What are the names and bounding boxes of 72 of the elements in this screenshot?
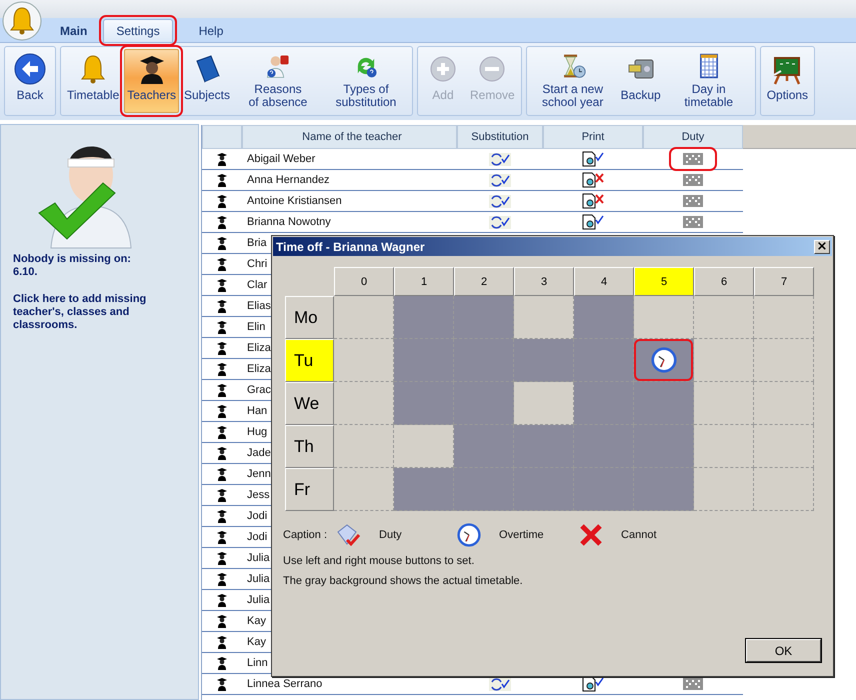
teacher-icon (217, 278, 227, 292)
clock-icon (457, 523, 482, 547)
toolbar-button[interactable]: Teachers (124, 49, 179, 113)
hour-header[interactable]: 0 (334, 267, 394, 296)
day-header[interactable]: Tu (285, 339, 334, 382)
cross-icon (579, 523, 604, 547)
hour-header[interactable]: 2 (454, 267, 514, 296)
teacher-icon (217, 173, 227, 187)
dialog-title: Time off - Brianna Wagner (276, 240, 425, 254)
teacher-icon (217, 320, 227, 334)
teacher-icon (217, 677, 227, 691)
ok-button[interactable]: OK (746, 639, 821, 662)
hour-header[interactable]: 4 (574, 267, 634, 296)
legend-label: Cannot (621, 529, 657, 541)
ribbon-tab[interactable]: Main (58, 20, 90, 42)
bell-logo-icon[interactable] (2, 1, 42, 41)
day-header[interactable]: Th (285, 425, 334, 468)
teacher-icon (217, 551, 227, 565)
teacher-icon (217, 488, 227, 502)
teacher-icon (217, 341, 227, 355)
status-date: 6.10. (13, 266, 38, 279)
teacher-icon (217, 152, 227, 166)
teacher-icon (217, 236, 227, 250)
toolbar-button[interactable]: Reasons of absence (234, 49, 321, 113)
hour-header[interactable]: 7 (754, 267, 814, 296)
teacher-icon (217, 593, 227, 607)
teacher-icon (217, 425, 227, 439)
add-missing-link[interactable]: Click here to add missing teacher's, classes and classrooms. (13, 293, 153, 332)
teacher-icon (217, 404, 227, 418)
day-header[interactable]: Fr (285, 468, 334, 511)
ribbon-tab[interactable]: Help (186, 20, 236, 42)
ribbon-tab[interactable]: Settings (103, 19, 173, 42)
teacher-icon (217, 572, 227, 586)
column-header[interactable]: Name of the teacher (242, 125, 457, 149)
teacher-icon (217, 635, 227, 649)
toolbar-button[interactable]: Start a new school year (530, 49, 616, 113)
toolbar-button[interactable]: Timetable (64, 49, 122, 113)
column-header[interactable]: Print (543, 125, 643, 149)
teacher-icon (217, 446, 227, 460)
hour-header[interactable]: 5 (634, 267, 694, 296)
teacher-icon (217, 257, 227, 271)
hour-header[interactable]: 6 (694, 267, 754, 296)
teacher-icon (217, 614, 227, 628)
toolbar-button[interactable]: Subjects (180, 49, 233, 113)
close-button[interactable]: × (814, 240, 830, 254)
toolbar-button[interactable]: Day in timetable (666, 49, 752, 113)
toolbar-button[interactable]: Options (764, 49, 812, 113)
caption-label: Caption : (283, 529, 328, 541)
column-header[interactable]: Substitution (457, 125, 543, 149)
teacher-icon (217, 509, 227, 523)
toolbar-button[interactable]: Types of substitution (322, 49, 409, 113)
toolbar-button[interactable]: Back (8, 49, 52, 113)
column-header[interactable] (202, 125, 242, 149)
hour-header[interactable]: 3 (514, 267, 574, 296)
back-icon (14, 53, 46, 85)
day-header[interactable]: Mo (285, 296, 334, 339)
envelope-check-icon (335, 523, 362, 547)
teacher-icon (217, 656, 227, 670)
teacher-icon (217, 362, 227, 376)
column-header[interactable]: Duty (643, 125, 743, 149)
teacher-icon (217, 299, 227, 313)
teacher-icon (217, 530, 227, 544)
teacher-icon (217, 383, 227, 397)
legend-label: Duty (379, 529, 402, 541)
teacher-icon (217, 467, 227, 481)
teacher-icon (217, 215, 227, 229)
hour-header[interactable]: 1 (394, 267, 454, 296)
teacher-icon (217, 194, 227, 208)
legend-label: Overtime (499, 529, 544, 541)
toolbar-button[interactable]: Backup (618, 49, 664, 113)
day-header[interactable]: We (285, 382, 334, 425)
status-message: Nobody is missing on: (13, 253, 132, 266)
